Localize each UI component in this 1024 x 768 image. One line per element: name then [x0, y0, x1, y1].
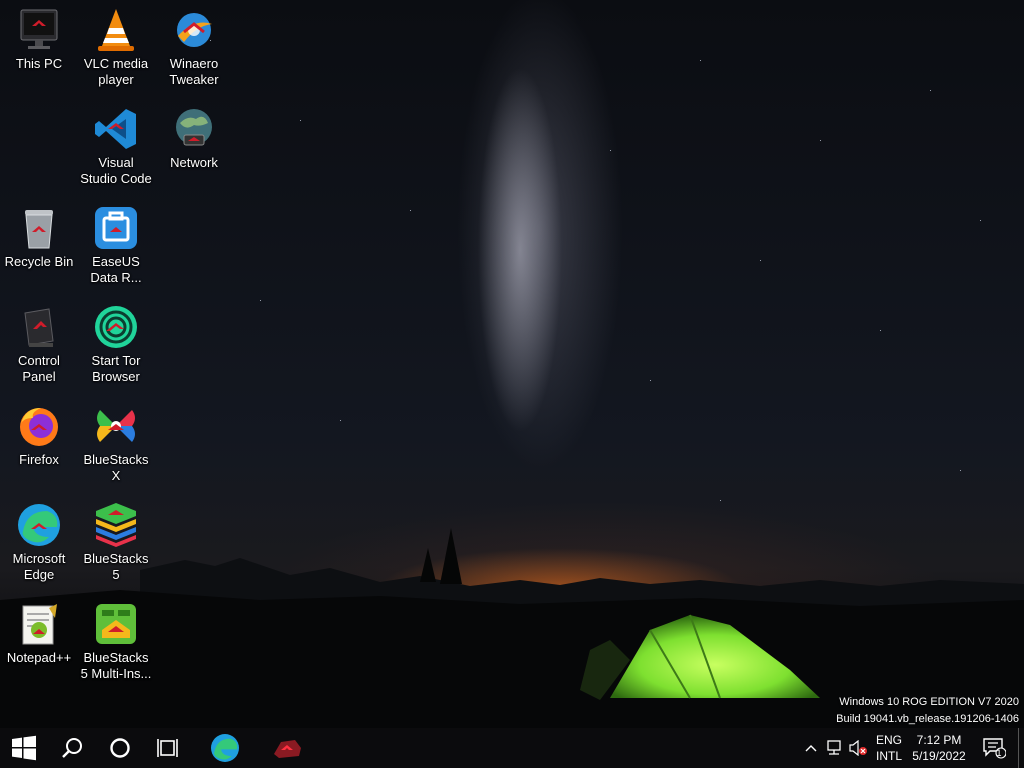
winaero-icon [170, 6, 218, 54]
edition-watermark: Windows 10 ROG EDITION V7 2020 Build 190… [836, 694, 1019, 728]
bluestacks-5-icon [92, 501, 140, 549]
bluestacks-x-icon [92, 402, 140, 450]
watermark-edition: Windows 10 ROG EDITION V7 2020 [839, 696, 1019, 708]
desktop-icon-network[interactable]: Network [155, 105, 233, 171]
notification-count: 1 [996, 748, 1002, 758]
control-panel-icon [15, 303, 63, 351]
clock-date: 5/19/2022 [912, 749, 966, 763]
keyboard-layout: INTL [875, 749, 902, 763]
desktop-icon-label: BlueStacks 5 Multi-Ins... [80, 650, 152, 681]
desktop-icon-this-pc[interactable]: This PC [0, 6, 78, 72]
cortana-icon [110, 738, 130, 758]
desktop-icon-label: Control Panel [18, 353, 60, 384]
desktop-icon-label: Notepad++ [6, 650, 72, 665]
cortana-button[interactable] [96, 728, 144, 768]
task-view-button[interactable] [144, 728, 192, 768]
vlc-icon [92, 6, 140, 54]
chevron-up-icon [805, 745, 817, 752]
desktop-icon-label: VLC media player [83, 56, 149, 87]
desktop-icon-bluestacks-multi[interactable]: BlueStacks 5 Multi-Ins... [77, 600, 155, 682]
network-icon [827, 740, 841, 755]
task-view-icon [157, 739, 178, 757]
desktop-icon-label: Firefox [19, 452, 59, 467]
show-desktop-button[interactable] [1018, 728, 1024, 768]
desktop-icon-firefox[interactable]: Firefox [0, 402, 78, 468]
desktop-icon-label: Visual Studio Code [80, 155, 152, 186]
clock-time: 7:12 PM [916, 733, 962, 747]
desktop-icon-winaero[interactable]: Winaero Tweaker [155, 6, 233, 88]
desktop-icon-label: EaseUS Data R... [90, 254, 142, 285]
vscode-icon [92, 105, 140, 153]
desktop-icon-recycle-bin[interactable]: Recycle Bin [0, 204, 78, 270]
volume-tray-button[interactable] [846, 728, 870, 768]
desktop-icon-label: Winaero Tweaker [169, 56, 219, 87]
desktop-icon-tor[interactable]: Start Tor Browser [77, 303, 155, 385]
desktop-icon-vlc[interactable]: VLC media player [77, 6, 155, 88]
desktop-icon-edge[interactable]: Microsoft Edge [0, 501, 78, 583]
network-icon [170, 105, 218, 153]
volume-muted-icon [849, 740, 867, 756]
windows-logo-icon [12, 735, 36, 761]
search-icon [62, 738, 82, 758]
action-center-button[interactable]: 1 [978, 728, 1010, 768]
desktop-icon-label: This PC [15, 56, 63, 71]
notepadpp-icon [15, 600, 63, 648]
desktop-icon-label: BlueStacks X [83, 452, 149, 483]
desktop-icon-notepadpp[interactable]: Notepad++ [0, 600, 78, 666]
tor-icon [92, 303, 140, 351]
rog-icon [274, 740, 301, 758]
desktop[interactable]: This PC VLC media player Winaero Tweaker… [0, 0, 1024, 728]
desktop-icon-label: Network [170, 155, 218, 170]
watermark-build: Build 19041.vb_release.191206-1406 [836, 713, 1019, 725]
easeus-icon [92, 204, 140, 252]
recycle-bin-icon [15, 204, 63, 252]
bluestacks-multi-icon [92, 600, 140, 648]
network-tray-button[interactable] [822, 728, 846, 768]
start-button[interactable] [0, 728, 48, 768]
edge-icon [15, 501, 63, 549]
desktop-icon-label: Start Tor Browser [91, 353, 141, 384]
show-hidden-icons-button[interactable] [800, 728, 822, 768]
desktop-icon-vscode[interactable]: Visual Studio Code [77, 105, 155, 187]
desktop-icon-label: BlueStacks 5 [83, 551, 149, 582]
desktop-icon-label: Recycle Bin [4, 254, 74, 269]
language-code: ENG [875, 733, 902, 747]
search-button[interactable] [48, 728, 96, 768]
desktop-icon-easeus[interactable]: EaseUS Data R... [77, 204, 155, 286]
desktop-icon-bluestacks-5[interactable]: BlueStacks 5 [77, 501, 155, 583]
desktop-icon-control-panel[interactable]: Control Panel [0, 303, 78, 385]
clock[interactable]: 7:12 PM 5/19/2022 [908, 728, 970, 768]
firefox-icon [15, 402, 63, 450]
this-pc-icon [15, 6, 63, 54]
taskbar-rog-app[interactable] [262, 728, 312, 768]
taskbar: ENG INTL 7:12 PM 5/19/2022 1 [0, 728, 1024, 768]
edge-icon [211, 734, 239, 762]
taskbar-edge[interactable] [200, 728, 250, 768]
desktop-icon-bluestacks-x[interactable]: BlueStacks X [77, 402, 155, 484]
input-language-indicator[interactable]: ENG INTL [872, 728, 906, 768]
desktop-icon-label: Microsoft Edge [12, 551, 66, 582]
